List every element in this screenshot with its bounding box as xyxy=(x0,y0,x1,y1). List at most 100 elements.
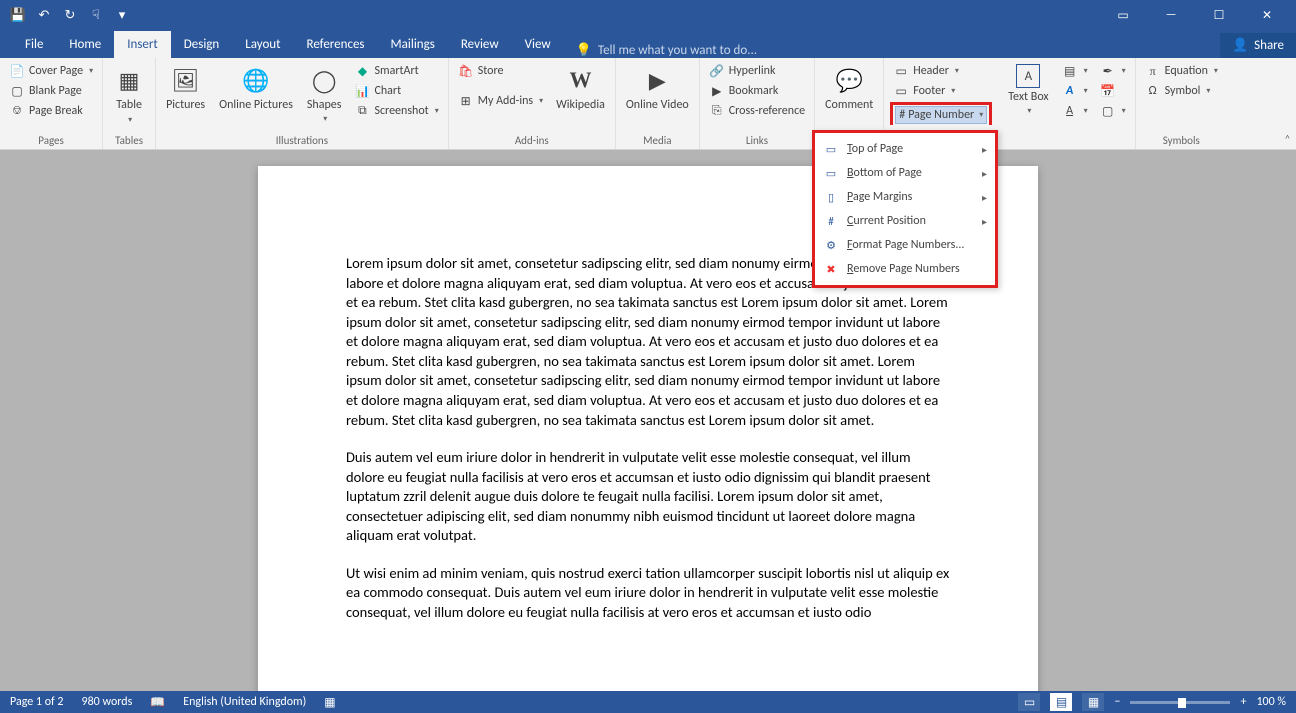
undo-button[interactable]: ↶ xyxy=(32,3,56,27)
table-button[interactable]: ▦ Table▾ xyxy=(109,62,149,128)
smartart-button[interactable]: ◆SmartArt xyxy=(351,62,421,80)
menu-current-position[interactable]: #Current Position▸ xyxy=(817,209,993,233)
minimize-button[interactable]: — xyxy=(1148,0,1194,30)
group-label-pages: Pages xyxy=(38,132,64,149)
tab-home[interactable]: Home xyxy=(56,31,114,58)
zoom-thumb[interactable] xyxy=(1178,698,1186,708)
zoom-in-button[interactable]: + xyxy=(1240,695,1246,709)
cross-reference-button[interactable]: ⎘Cross-reference xyxy=(706,102,808,120)
tab-view[interactable]: View xyxy=(512,31,564,58)
page-number-icon: # xyxy=(899,108,905,122)
my-addins-button[interactable]: ⊞My Add-ins▾ xyxy=(455,92,546,110)
store-button[interactable]: 🛍Store xyxy=(455,62,507,80)
bulb-icon: 💡 xyxy=(576,43,592,58)
menu-format-page-numbers[interactable]: ⚙Format Page Numbers... xyxy=(817,233,993,257)
wikipedia-button[interactable]: WWikipedia xyxy=(552,62,609,114)
equation-button[interactable]: πEquation▾ xyxy=(1142,62,1221,80)
view-print-layout[interactable]: ▤ xyxy=(1050,693,1072,711)
page-break-button[interactable]: ⎊Page Break xyxy=(6,102,86,120)
zoom-slider[interactable] xyxy=(1130,701,1230,704)
shapes-button[interactable]: ◯Shapes▾ xyxy=(303,62,346,126)
equation-icon: π xyxy=(1145,63,1161,79)
menu-remove-page-numbers[interactable]: ✖Remove Page Numbers xyxy=(817,257,993,281)
touch-mode-button[interactable]: ☟ xyxy=(84,3,108,27)
page-number-button[interactable]: # Page Number▾ xyxy=(895,106,987,124)
ribbon-tabs: File Home Insert Design Layout Reference… xyxy=(0,30,1296,58)
status-language[interactable]: English (United Kingdom) xyxy=(183,695,306,709)
text-box-button[interactable]: AText Box▾ xyxy=(1004,62,1052,118)
online-pictures-button[interactable]: 🌐Online Pictures xyxy=(215,62,297,114)
tab-review[interactable]: Review xyxy=(448,31,512,58)
bookmark-button[interactable]: ▶Bookmark xyxy=(706,82,782,100)
tab-insert[interactable]: Insert xyxy=(114,31,171,58)
online-pictures-icon: 🌐 xyxy=(240,64,272,96)
paragraph-3[interactable]: Ut wisi enim ad minim veniam, quis nostr… xyxy=(346,564,950,623)
group-label-symbols: Symbols xyxy=(1163,132,1200,149)
tab-layout[interactable]: Layout xyxy=(232,31,293,58)
symbol-button[interactable]: ΩSymbol▾ xyxy=(1142,82,1214,100)
tab-file[interactable]: File xyxy=(12,31,56,58)
signature-icon: ✒ xyxy=(1100,63,1116,79)
status-words[interactable]: 980 words xyxy=(82,695,133,709)
chart-button[interactable]: 📊Chart xyxy=(351,82,404,100)
close-button[interactable]: ✕ xyxy=(1244,0,1290,30)
zoom-level[interactable]: 100 % xyxy=(1256,695,1286,709)
screenshot-button[interactable]: ⧉Screenshot▾ xyxy=(351,102,441,120)
wordart-button[interactable]: A▾ xyxy=(1059,82,1091,100)
signature-line-button[interactable]: ✒▾ xyxy=(1097,62,1129,80)
view-read-mode[interactable]: ▭ xyxy=(1018,693,1040,711)
date-time-button[interactable]: 📅 xyxy=(1097,82,1119,100)
share-label: Share xyxy=(1254,38,1284,53)
wikipedia-icon: W xyxy=(564,64,596,96)
collapse-ribbon-button[interactable]: ^ xyxy=(1285,132,1290,145)
comment-icon: 💬 xyxy=(833,64,865,96)
maximize-button[interactable]: ☐ xyxy=(1196,0,1242,30)
online-video-button[interactable]: ▶Online Video xyxy=(622,62,693,114)
menu-page-margins[interactable]: ▯Page Margins▸ xyxy=(817,185,993,209)
save-button[interactable]: 💾 xyxy=(6,3,30,27)
video-icon: ▶ xyxy=(641,64,673,96)
status-page[interactable]: Page 1 of 2 xyxy=(10,695,64,709)
tab-references[interactable]: References xyxy=(294,31,378,58)
title-bar: 💾 ↶ ↻ ☟ ▾ ▭ — ☐ ✕ xyxy=(0,0,1296,30)
hyperlink-button[interactable]: 🔗Hyperlink xyxy=(706,62,779,80)
footer-button[interactable]: ▭Footer▾ xyxy=(890,82,958,100)
group-addins: 🛍Store ⊞My Add-ins▾ WWikipedia Add-ins xyxy=(449,58,616,149)
tell-me[interactable]: 💡 Tell me what you want to do... xyxy=(576,43,757,58)
store-icon: 🛍 xyxy=(458,63,474,79)
share-button[interactable]: 👤 Share xyxy=(1220,33,1296,58)
pictures-button[interactable]: 🖼Pictures xyxy=(162,62,209,114)
bookmark-icon: ▶ xyxy=(709,83,725,99)
blank-page-button[interactable]: ▢Blank Page xyxy=(6,82,85,100)
group-media: ▶Online Video Media xyxy=(616,58,700,149)
tab-design[interactable]: Design xyxy=(171,31,232,58)
qat-more-button[interactable]: ▾ xyxy=(110,3,134,27)
object-button[interactable]: ▢▾ xyxy=(1097,102,1129,120)
quick-parts-button[interactable]: ▤▾ xyxy=(1059,62,1091,80)
cover-page-button[interactable]: 📄Cover Page▾ xyxy=(6,62,96,80)
header-button[interactable]: ▭Header▾ xyxy=(890,62,962,80)
group-links: 🔗Hyperlink ▶Bookmark ⎘Cross-reference Li… xyxy=(700,58,815,149)
remove-numbers-icon: ✖ xyxy=(823,261,839,277)
ribbon-options-button[interactable]: ▭ xyxy=(1100,0,1146,30)
status-macro-icon[interactable]: ▦ xyxy=(324,695,335,710)
view-web-layout[interactable]: ▦ xyxy=(1082,693,1104,711)
tab-mailings[interactable]: Mailings xyxy=(378,31,448,58)
drop-cap-button[interactable]: A▾ xyxy=(1059,102,1091,120)
group-label-tables: Tables xyxy=(115,132,143,149)
paragraph-2[interactable]: Duis autem vel eum iriure dolor in hendr… xyxy=(346,448,950,546)
quick-parts-icon: ▤ xyxy=(1062,63,1078,79)
group-label-illustrations: Illustrations xyxy=(276,132,328,149)
status-proofing-icon[interactable]: 📖 xyxy=(150,695,165,710)
zoom-out-button[interactable]: − xyxy=(1114,695,1120,709)
window-controls: ▭ — ☐ ✕ xyxy=(1100,0,1290,30)
page-margins-icon: ▯ xyxy=(823,189,839,205)
top-of-page-icon: ▭ xyxy=(823,141,839,157)
menu-top-of-page[interactable]: ▭TTop of Pageop of Page▸ xyxy=(817,137,993,161)
menu-bottom-of-page[interactable]: ▭Bottom of Page▸ xyxy=(817,161,993,185)
status-bar: Page 1 of 2 980 words 📖 English (United … xyxy=(0,691,1296,713)
redo-button[interactable]: ↻ xyxy=(58,3,82,27)
document-area[interactable]: Lorem ipsum dolor sit amet, consetetur s… xyxy=(0,150,1296,691)
comment-button[interactable]: 💬Comment xyxy=(821,62,877,114)
date-icon: 📅 xyxy=(1100,83,1116,99)
